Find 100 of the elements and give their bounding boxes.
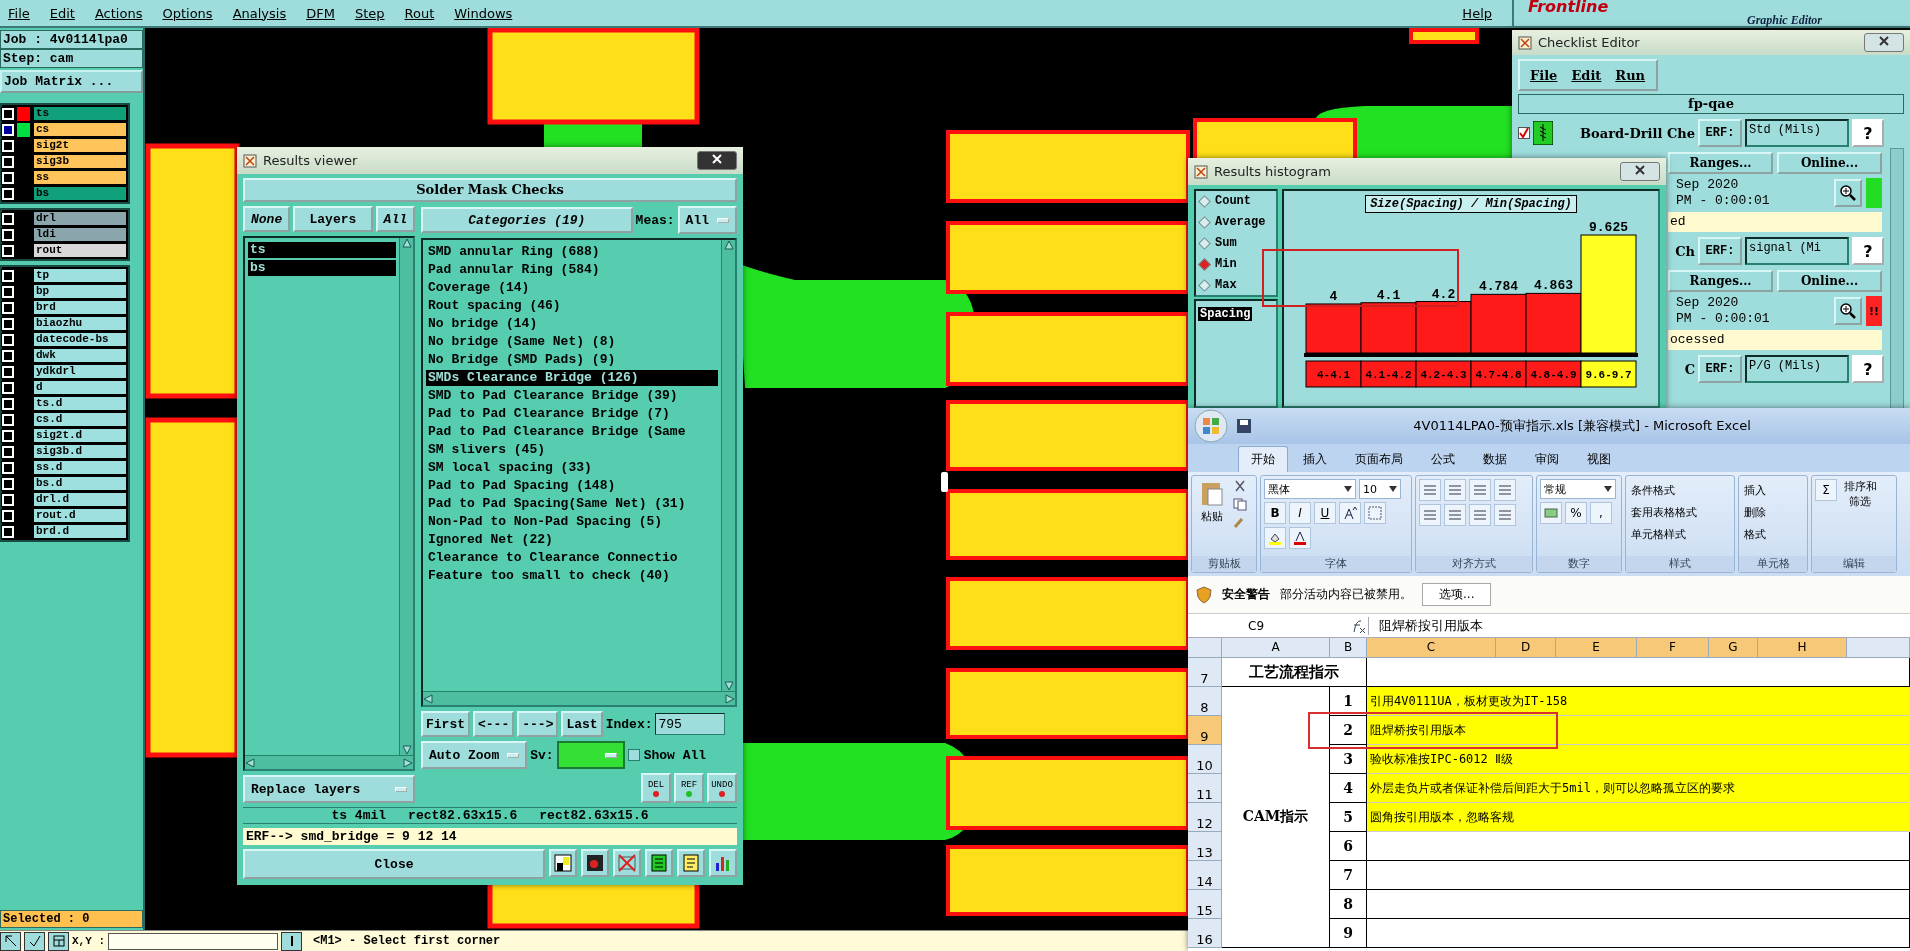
erf-button[interactable]: ERF: bbox=[1698, 119, 1742, 147]
category-item[interactable]: SMD annular Ring (688) bbox=[426, 244, 718, 260]
layer-name[interactable]: ss.d bbox=[33, 460, 127, 475]
office-button-icon[interactable] bbox=[1194, 409, 1228, 443]
layer-name[interactable]: ts bbox=[33, 106, 127, 121]
layer-checkbox[interactable] bbox=[2, 244, 14, 257]
row-header[interactable]: 8 bbox=[1188, 687, 1222, 716]
category-item[interactable]: SMDs Clearance Bridge (126) bbox=[426, 370, 718, 386]
layer-checkbox[interactable] bbox=[2, 317, 14, 330]
column-header[interactable]: B bbox=[1330, 638, 1367, 658]
currency-icon[interactable] bbox=[1540, 502, 1562, 524]
layer-checkbox[interactable] bbox=[2, 212, 14, 225]
scroll-arrow-icon[interactable] bbox=[723, 240, 734, 250]
measure-item[interactable]: Spacing bbox=[1198, 307, 1253, 321]
layer-checkbox[interactable] bbox=[2, 381, 14, 394]
layer-name[interactable]: ldi bbox=[33, 227, 127, 242]
layer-name[interactable]: dwk bbox=[33, 348, 127, 363]
figure-icon[interactable] bbox=[549, 849, 577, 877]
action-button[interactable]: UNDO bbox=[707, 773, 737, 803]
categories-button[interactable]: Categories (19) bbox=[421, 207, 633, 233]
layer-filter-button[interactable]: None bbox=[243, 206, 291, 232]
close-button[interactable] bbox=[697, 151, 737, 170]
layer-name[interactable]: sig3b.d bbox=[33, 444, 127, 459]
layer-name[interactable]: ss bbox=[33, 170, 127, 185]
layer-name[interactable]: ts.d bbox=[33, 396, 127, 411]
ribbon-tab[interactable]: 页面布局 bbox=[1342, 446, 1416, 472]
category-item[interactable]: No Bridge (SMD Pads) (9) bbox=[426, 352, 718, 368]
layer-filter-button[interactable]: All bbox=[375, 206, 415, 232]
close-button[interactable] bbox=[1864, 33, 1904, 52]
column-header[interactable]: C bbox=[1367, 638, 1496, 658]
number-format-dropdown[interactable]: 常规 bbox=[1540, 479, 1616, 499]
format-button[interactable]: U bbox=[1314, 502, 1336, 524]
align-icon[interactable] bbox=[1444, 504, 1466, 526]
autosum-button[interactable]: Σ bbox=[1815, 479, 1837, 501]
layer-checkbox[interactable] bbox=[2, 397, 14, 410]
zoom-in-button[interactable] bbox=[1834, 179, 1862, 207]
layer-list-item[interactable]: bs bbox=[248, 260, 396, 276]
category-item[interactable]: Clearance to Clearance Connectio bbox=[426, 550, 718, 566]
index-field[interactable]: 795 bbox=[655, 713, 726, 735]
cell-command[interactable]: 格式 bbox=[1742, 523, 1804, 545]
layer-name[interactable]: cs bbox=[33, 122, 127, 137]
layer-name[interactable]: bp bbox=[33, 284, 127, 299]
layer-checkbox[interactable] bbox=[2, 525, 14, 538]
layer-checkbox[interactable] bbox=[2, 155, 14, 168]
aggregate-radio[interactable]: Max bbox=[1198, 278, 1274, 292]
menu-item[interactable]: Analysis bbox=[232, 5, 287, 21]
show-all-checkbox[interactable]: Show All bbox=[627, 747, 707, 763]
layer-name[interactable]: rout.d bbox=[33, 508, 127, 523]
paste-button[interactable]: 粘贴 bbox=[1195, 479, 1229, 529]
copy-icon[interactable] bbox=[1232, 497, 1248, 511]
category-item[interactable]: SM local spacing (33) bbox=[426, 460, 718, 476]
row-header[interactable]: 11 bbox=[1188, 774, 1222, 803]
layer-checkbox[interactable] bbox=[2, 445, 14, 458]
layer-name[interactable]: datecode-bs bbox=[33, 332, 127, 347]
menu-item[interactable]: Step bbox=[354, 5, 385, 21]
layer-name[interactable]: drl.d bbox=[33, 492, 127, 507]
layer-checkbox[interactable] bbox=[2, 269, 14, 282]
row-header[interactable]: 12 bbox=[1188, 803, 1222, 832]
layer-checkbox[interactable] bbox=[2, 333, 14, 346]
align-icon[interactable] bbox=[1494, 479, 1516, 501]
erf-units-field[interactable]: Std (Mils) bbox=[1745, 119, 1849, 147]
navigation-button[interactable]: First bbox=[421, 711, 470, 737]
menu-item[interactable]: Run bbox=[1615, 67, 1646, 83]
erf-units-field[interactable]: signal (Mi bbox=[1745, 237, 1849, 265]
column-header[interactable]: D bbox=[1496, 638, 1556, 658]
record-icon[interactable] bbox=[581, 849, 609, 877]
category-item[interactable]: Pad to Pad Clearance Bridge (Same bbox=[426, 424, 718, 440]
ribbon-tab[interactable]: 插入 bbox=[1290, 446, 1340, 472]
scroll-arrow-icon[interactable] bbox=[423, 693, 433, 704]
meas-dropdown[interactable]: All bbox=[677, 206, 737, 234]
check-checkbox[interactable] bbox=[1518, 127, 1530, 139]
ribbon-tab[interactable]: 数据 bbox=[1470, 446, 1520, 472]
save-icon[interactable] bbox=[1236, 418, 1252, 434]
style-command[interactable]: 套用表格格式 bbox=[1629, 501, 1731, 523]
layer-checkbox[interactable] bbox=[2, 301, 14, 314]
row-header[interactable]: 16 bbox=[1188, 919, 1222, 948]
notes-icon[interactable] bbox=[677, 849, 705, 877]
layer-checkbox[interactable] bbox=[2, 123, 14, 136]
row-header[interactable]: 10 bbox=[1188, 745, 1222, 774]
layer-name[interactable]: brd bbox=[33, 300, 127, 315]
close-button[interactable] bbox=[1620, 162, 1660, 181]
category-item[interactable]: Pad to Pad Spacing(Same Net) (31) bbox=[426, 496, 718, 512]
align-icon[interactable] bbox=[1419, 504, 1441, 526]
scroll-arrow-icon[interactable] bbox=[245, 757, 255, 768]
style-command[interactable]: 条件格式 bbox=[1629, 479, 1731, 501]
vertical-scrollbar[interactable] bbox=[1890, 148, 1904, 408]
font-color-icon[interactable] bbox=[1289, 527, 1311, 549]
layer-checkbox[interactable] bbox=[2, 349, 14, 362]
category-item[interactable]: Rout spacing (46) bbox=[426, 298, 718, 314]
job-matrix-button[interactable]: Job Matrix ... bbox=[0, 70, 143, 93]
action-button[interactable]: DEL bbox=[641, 773, 671, 803]
layer-name[interactable]: sig2t.d bbox=[33, 428, 127, 443]
layer-checkbox[interactable] bbox=[2, 285, 14, 298]
name-box[interactable]: C9 bbox=[1188, 618, 1348, 633]
layer-checkbox[interactable] bbox=[2, 187, 14, 200]
layer-list-item[interactable]: ts bbox=[248, 242, 396, 258]
ribbon-tab[interactable]: 视图 bbox=[1574, 446, 1624, 472]
align-icon[interactable] bbox=[1469, 479, 1491, 501]
cell-command[interactable]: 删除 bbox=[1742, 501, 1804, 523]
align-icon[interactable] bbox=[1444, 479, 1466, 501]
